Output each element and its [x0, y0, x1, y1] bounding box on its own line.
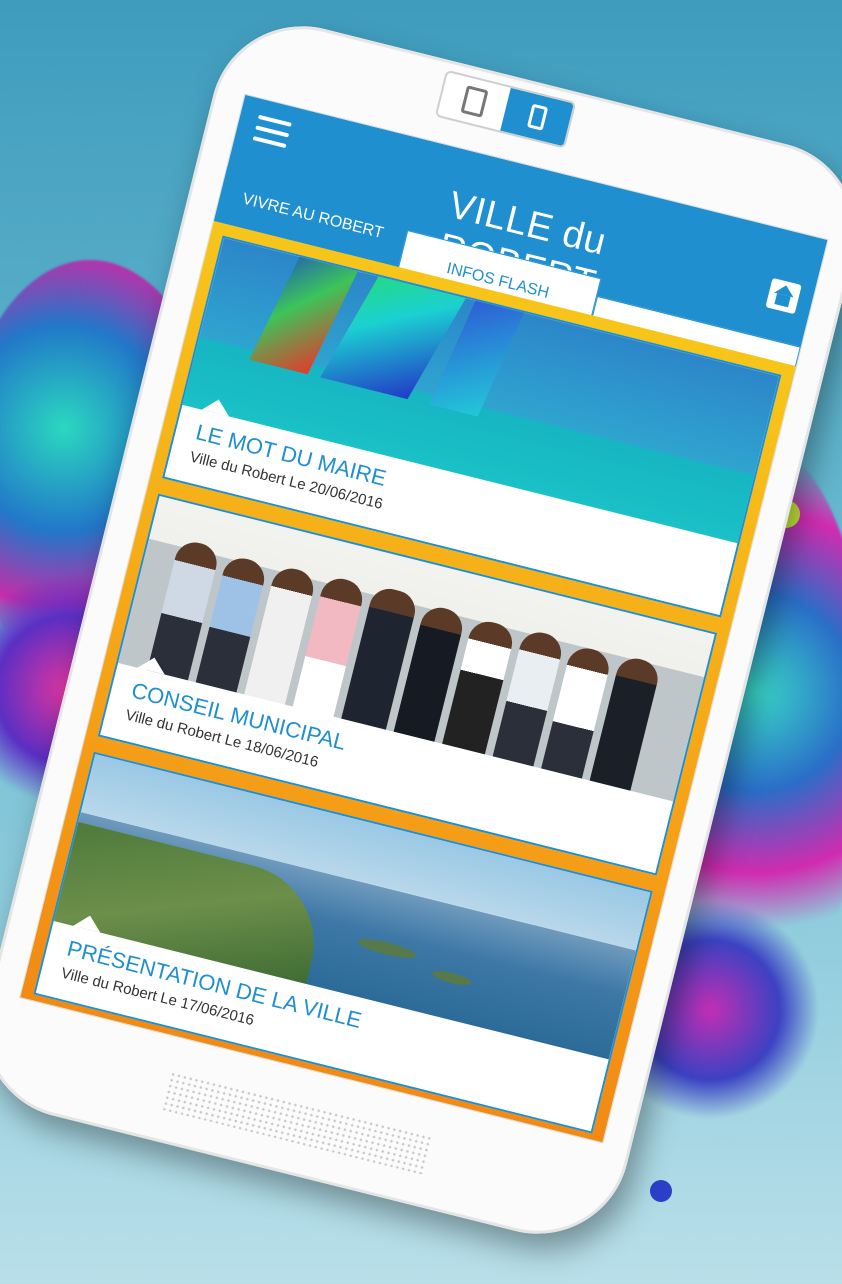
island-graphic [431, 968, 473, 988]
hamburger-menu-icon[interactable] [252, 114, 292, 149]
island-graphic [356, 935, 418, 962]
paint-drop [650, 1180, 672, 1202]
tablet-icon [459, 85, 489, 118]
mobile-phone-icon [526, 103, 548, 131]
